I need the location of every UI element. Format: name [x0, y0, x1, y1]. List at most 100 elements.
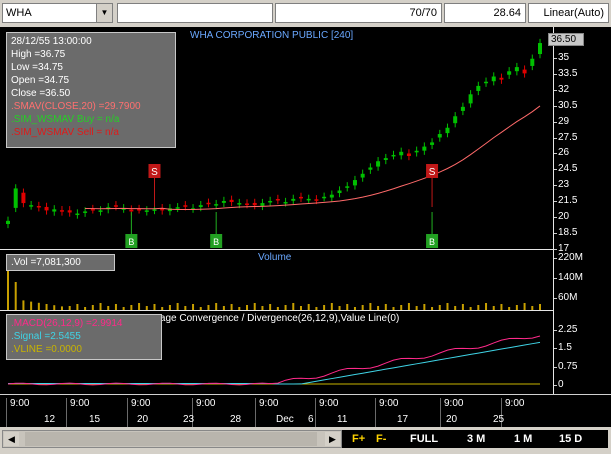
scroll-thumb[interactable] — [25, 432, 317, 446]
candle-body — [298, 196, 303, 199]
macd-axis: 2.25 1.5 0.75 0 — [553, 311, 611, 394]
candle-body — [499, 77, 504, 80]
info-sim-sell: .SIM_WSMAV Sell = n/a — [11, 127, 119, 138]
macd-title: verage Convergence / Divergence(26,12,9)… — [146, 313, 400, 324]
candle-body — [460, 106, 465, 111]
volume-bar — [369, 303, 372, 310]
candle-body — [98, 210, 103, 212]
axis-tick-label: 220M — [553, 252, 584, 263]
candle-body — [13, 188, 18, 208]
date-axis-time: 9:00 — [254, 398, 279, 431]
horizontal-scrollbar[interactable]: ◀ ▶ — [2, 430, 342, 448]
candle-body — [530, 58, 535, 66]
full-button[interactable]: FULL — [410, 431, 438, 447]
candle-body — [268, 200, 273, 203]
candle-body — [36, 206, 41, 208]
candle-body — [514, 67, 519, 72]
volume-bar — [485, 303, 488, 310]
date-axis-day: 17 — [397, 414, 409, 425]
axis-tick-label: 30.5 — [553, 99, 578, 111]
candle-body — [206, 202, 211, 205]
candle-body — [90, 209, 95, 211]
range-1m-button[interactable]: 1 M — [514, 431, 532, 447]
sell-signal-marker: S — [426, 164, 439, 207]
volume-bar — [215, 303, 218, 310]
axis-tick-label: 20 — [553, 211, 570, 222]
scroll-left-icon[interactable]: ◀ — [4, 432, 19, 446]
candle-body — [507, 71, 512, 75]
buy-signal-marker: B — [125, 212, 138, 248]
volume-bar — [407, 303, 410, 310]
volume-info-box: .Vol =7,081,300 — [6, 254, 115, 271]
candle-body — [6, 220, 10, 224]
candle-body — [437, 134, 442, 138]
candle-body — [152, 209, 157, 211]
symbol-dropdown[interactable]: WHA ▼ — [2, 3, 113, 23]
candle-body — [522, 69, 527, 74]
candle-body — [345, 186, 350, 188]
candle-body — [468, 94, 473, 104]
info-sim-buy: .SIM_WSMAV Buy = n/a — [11, 114, 120, 125]
date-axis-time: 9:00 — [126, 398, 151, 431]
macd-info-box: .MACD(26,12,9) =2.9914 .Signal =2.5455 .… — [6, 314, 162, 360]
axis-tick-label: 0 — [554, 378, 564, 390]
date-axis-day: 15 — [89, 414, 101, 425]
date-axis-time: 9:00 — [191, 398, 216, 431]
candle-body — [237, 203, 242, 205]
range-15d-button[interactable]: 15 D — [559, 431, 582, 447]
volume-bar — [37, 302, 40, 310]
candle-body — [399, 151, 404, 156]
panel-divider — [0, 249, 553, 250]
scale-mode-field[interactable]: Linear(Auto) — [528, 3, 609, 23]
volume-axis: 220M 140M 60M — [553, 250, 611, 310]
candle-body — [445, 127, 450, 134]
axis-tick-label: 33.5 — [553, 67, 578, 79]
candle-body — [144, 210, 149, 212]
scroll-right-icon[interactable]: ▶ — [325, 432, 340, 446]
date-axis-day: 6 — [308, 414, 314, 425]
candle-body — [221, 200, 226, 203]
zoom-out-button[interactable]: F- — [376, 431, 386, 447]
axis-tick-label: 23 — [553, 179, 570, 191]
date-axis-day: 28 — [230, 414, 242, 425]
candle-body — [260, 203, 265, 206]
info-sma: .SMAV(CLOSE,20) =29.7900 — [11, 101, 141, 112]
candle-body — [67, 210, 72, 213]
range-3m-button[interactable]: 3 M — [467, 431, 485, 447]
date-axis-day: 11 — [337, 414, 348, 425]
axis-tick-label: 0.75 — [553, 360, 578, 372]
candle-body — [360, 173, 365, 178]
axis-tick-label: 140M — [553, 272, 584, 283]
candle-body — [137, 209, 142, 211]
date-axis-time: 9:00 — [439, 398, 464, 431]
volume-bar — [99, 303, 102, 310]
empty-field — [117, 3, 273, 23]
axis-corner — [553, 394, 611, 428]
buy-signal-label: B — [128, 237, 134, 247]
price-info-box: 28/12/55 13:00:00 High =36.75 Low =34.75… — [6, 32, 176, 148]
candle-body — [484, 81, 489, 84]
candle-body — [430, 142, 435, 145]
candle-body — [414, 150, 419, 153]
info-low: Low =34.75 — [11, 62, 63, 73]
sell-signal-label: S — [151, 167, 158, 178]
volume-bar — [446, 303, 449, 310]
candle-body — [383, 158, 388, 160]
axis-tick-label: 26 — [553, 147, 570, 159]
candle-body — [376, 161, 381, 167]
candle-body — [538, 43, 542, 55]
info-macd: .MACD(26,12,9) =2.9914 — [11, 318, 123, 329]
candle-body — [329, 194, 334, 198]
axis-tick-label: 27.5 — [553, 131, 578, 143]
zoom-in-button[interactable]: F+ — [352, 431, 365, 447]
chart-title: WHA CORPORATION PUBLIC [240] — [190, 30, 354, 41]
info-volume: .Vol =7,081,300 — [11, 257, 81, 268]
volume-bar — [7, 270, 9, 310]
buy-signal-marker: B — [426, 212, 439, 248]
candle-body — [175, 207, 180, 209]
buy-signal-marker: B — [210, 212, 223, 248]
chevron-down-icon[interactable]: ▼ — [96, 4, 112, 22]
candle-body — [306, 198, 311, 201]
date-axis-time: 9:00 — [314, 398, 339, 431]
date-axis-time: 9:00 — [374, 398, 399, 431]
